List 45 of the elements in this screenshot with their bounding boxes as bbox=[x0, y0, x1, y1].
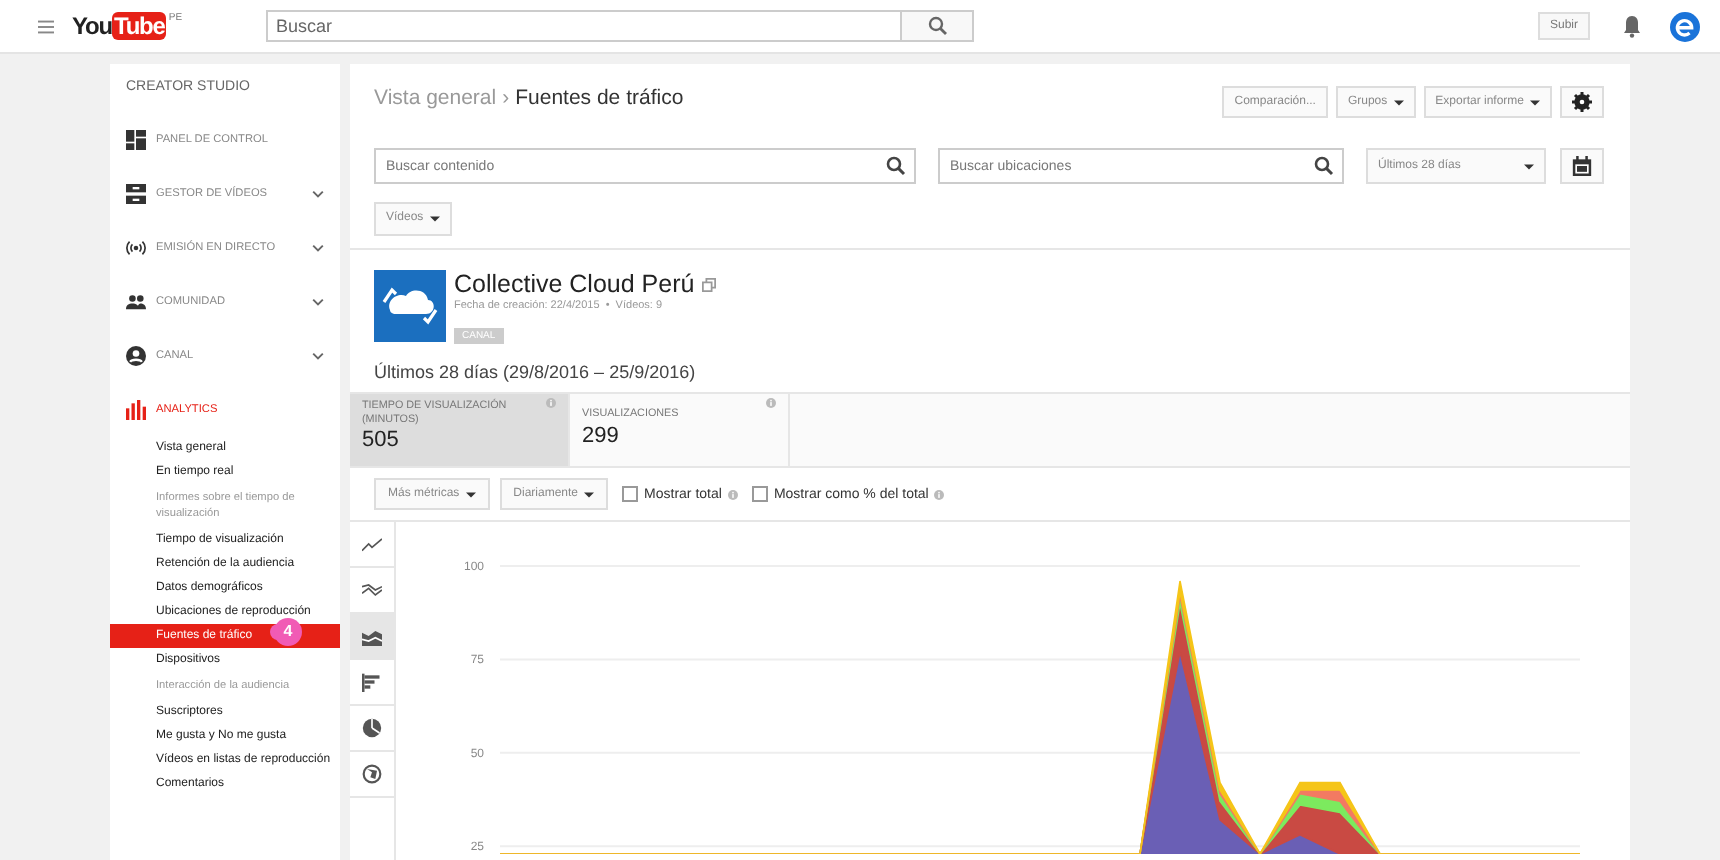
caret-icon bbox=[429, 215, 440, 221]
calendar-button[interactable] bbox=[1560, 148, 1604, 184]
caret-icon bbox=[465, 491, 476, 497]
caret-icon bbox=[1530, 99, 1540, 105]
search-icon[interactable] bbox=[1314, 156, 1334, 176]
caret-icon bbox=[1393, 99, 1404, 105]
date-period: Últimos 28 días (29/8/2016 – 25/9/2016) bbox=[372, 360, 698, 386]
channel-logo bbox=[374, 270, 446, 342]
line-chart-icon bbox=[362, 534, 382, 554]
broadcast-icon bbox=[126, 237, 146, 257]
step-badge: 4 bbox=[274, 618, 302, 646]
multi-line-chart-icon bbox=[362, 580, 382, 600]
bar-chart-icon bbox=[126, 399, 146, 419]
pie-chart-icon bbox=[362, 718, 382, 738]
search-field[interactable]: Buscar bbox=[266, 10, 903, 42]
bar-chart-icon bbox=[362, 672, 382, 692]
external-link-icon[interactable] bbox=[702, 277, 717, 291]
bell-icon[interactable] bbox=[1622, 14, 1642, 38]
menu-icon[interactable] bbox=[38, 19, 54, 33]
channel-name[interactable]: Collective Cloud Perú bbox=[454, 270, 695, 298]
settings-button[interactable] bbox=[1560, 86, 1604, 118]
calendar-icon bbox=[1572, 156, 1592, 176]
people-icon bbox=[126, 291, 146, 311]
logo-badge[interactable]: Tube bbox=[111, 12, 167, 40]
video-manager-icon bbox=[126, 183, 146, 203]
caret-icon bbox=[584, 491, 595, 497]
search-button[interactable] bbox=[902, 10, 975, 42]
stacked-area-chart-button[interactable] bbox=[350, 614, 394, 660]
metric-value: 505 bbox=[362, 428, 401, 452]
search-icon bbox=[927, 16, 948, 36]
metric-value: 299 bbox=[582, 423, 621, 447]
user-icon bbox=[126, 345, 146, 365]
page-title: Fuentes de tráfico bbox=[515, 86, 684, 110]
search-icon[interactable] bbox=[886, 156, 906, 176]
area-chart-icon bbox=[362, 626, 382, 646]
breadcrumb-link[interactable]: Vista general bbox=[374, 86, 497, 110]
checkbox[interactable] bbox=[622, 486, 639, 502]
globe-icon bbox=[362, 764, 382, 784]
avatar-icon[interactable] bbox=[1670, 11, 1700, 41]
logo-text[interactable]: You bbox=[72, 12, 112, 40]
caret-icon bbox=[1524, 163, 1534, 169]
dashboard-icon bbox=[126, 129, 146, 149]
breadcrumb-separator: › bbox=[502, 86, 510, 110]
gear-icon bbox=[1572, 92, 1592, 112]
checkbox[interactable] bbox=[751, 486, 768, 502]
